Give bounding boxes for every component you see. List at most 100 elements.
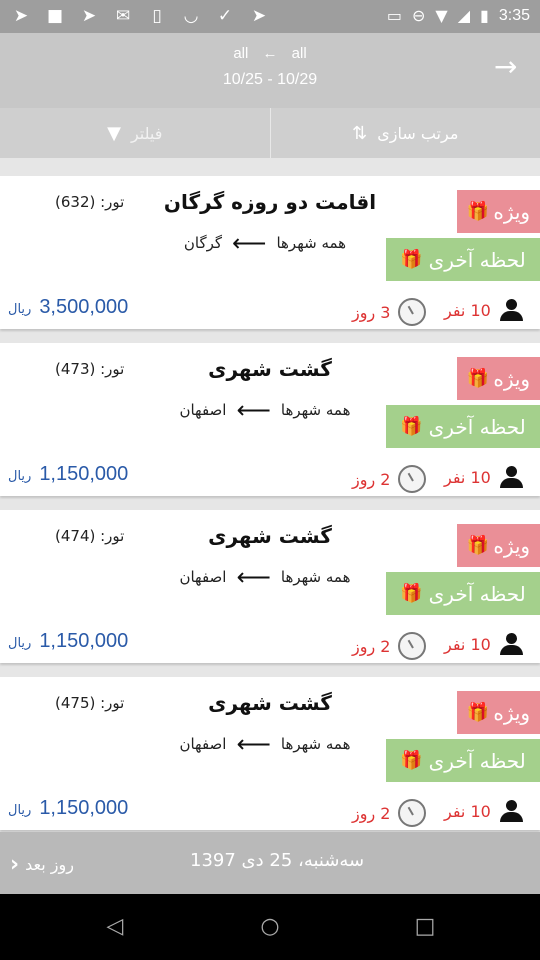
date-navigation-bar: سه‌شنبه، 25 دی 1397 روز بعد ‹ <box>0 832 540 894</box>
tour-card[interactable]: تور: (632) اقامت دو روزه گرگان گرگان ⟵ ه… <box>0 176 540 329</box>
currency-label: ریال <box>8 636 32 651</box>
tour-card[interactable]: تور: (474) گشت شهری اصفهان ⟵ همه شهرها و… <box>0 510 540 663</box>
nav-home-icon[interactable]: ○ <box>257 914 283 940</box>
app-header: all ← all 10/25 - 10/29 → <box>0 33 540 108</box>
sort-filter-bar: ▼ فیلتر ⇅ مرتب سازی <box>0 108 540 158</box>
nav-recents-icon[interactable]: □ <box>412 914 438 940</box>
tour-route: گرگان ⟵ همه شهرها <box>165 229 365 257</box>
arrow-left-icon: ⟵ <box>236 730 271 758</box>
price-amount: 1,150,000 <box>39 630 129 652</box>
sort-icon: ⇅ <box>352 122 368 144</box>
clock-time: 3:35 <box>498 7 530 24</box>
next-day-label: روز بعد <box>25 855 74 874</box>
badge-special-label: ویژه <box>493 533 531 558</box>
route-from: همه شهرها <box>276 234 347 252</box>
duration-label: 2 روز <box>352 636 391 656</box>
tour-card[interactable]: تور: (475) گشت شهری اصفهان ⟵ همه شهرها و… <box>0 677 540 830</box>
route-to: گرگان <box>183 234 223 252</box>
arrow-left-icon: ⟵ <box>236 396 271 424</box>
paper-plane-icon: ➤ <box>251 6 267 26</box>
gift-icon: 🎁 <box>400 249 423 270</box>
badge-last-label: لحظه آخری <box>428 748 526 773</box>
clock-icon <box>398 298 427 326</box>
price-amount: 1,150,000 <box>39 797 129 819</box>
route-from: همه شهرها <box>280 401 351 419</box>
funnel-icon: ▼ <box>107 122 121 144</box>
tour-capacity: 10 نفر <box>444 298 523 322</box>
duration-label: 2 روز <box>352 803 391 823</box>
no-signal-icon: ◢ <box>457 6 471 25</box>
back-arrow-icon[interactable]: → <box>494 53 522 81</box>
last-minute-badge: لحظه آخری 🎁 <box>386 739 540 782</box>
tour-price: ریال 1,150,000 <box>8 463 128 486</box>
tour-title: گشت شهری <box>208 524 332 548</box>
paper-plane-icon: ➤ <box>13 6 29 26</box>
tour-price: ریال 1,150,000 <box>8 630 128 653</box>
badge-last-label: لحظه آخری <box>428 581 526 606</box>
capacity-label: 10 نفر <box>444 634 491 654</box>
special-badge: ویژه 🎁 <box>457 691 540 734</box>
battery-charging-icon: ▮ <box>480 6 489 25</box>
tour-number: تور: (474) <box>55 527 125 545</box>
filter-label: فیلتر <box>130 123 163 143</box>
status-bar: ➤ ■ ➤ ✉ ▯ ◡ ✓ ➤ ▭ ⊖ ▼ ◢ ▮ 3:35 <box>0 0 540 33</box>
clock-icon <box>398 632 427 660</box>
notification-icons: ➤ ■ ➤ ✉ ▯ ◡ ✓ ➤ <box>10 6 270 26</box>
tour-duration: 3 روز <box>352 298 427 326</box>
last-minute-badge: لحظه آخری 🎁 <box>386 572 540 615</box>
arrow-left-icon: ← <box>262 45 278 62</box>
capacity-label: 10 نفر <box>444 801 491 821</box>
system-nav-bar: ◁ ○ □ <box>0 894 540 960</box>
clock-icon <box>398 465 427 493</box>
currency-label: ریال <box>8 803 32 818</box>
person-icon <box>499 632 523 656</box>
gift-icon: 🎁 <box>400 583 423 604</box>
duration-label: 3 روز <box>352 302 391 322</box>
duration-label: 2 روز <box>352 469 391 489</box>
current-date: سه‌شنبه، 25 دی 1397 <box>190 850 365 871</box>
route-to: اصفهان <box>179 568 227 586</box>
last-minute-badge: لحظه آخری 🎁 <box>386 238 540 281</box>
gift-icon: 🎁 <box>466 702 490 723</box>
tour-price: ریال 1,150,000 <box>8 797 128 820</box>
gmail-icon: ✉ <box>115 6 131 26</box>
route-to: اصفهان <box>179 401 227 419</box>
tour-route: اصفهان ⟵ همه شهرها <box>165 396 365 424</box>
special-badge: ویژه 🎁 <box>457 524 540 567</box>
tour-card[interactable]: تور: (473) گشت شهری اصفهان ⟵ همه شهرها و… <box>0 343 540 496</box>
currency-label: ریال <box>8 469 32 484</box>
gift-icon: 🎁 <box>466 201 490 222</box>
route-from: همه شهرها <box>280 735 351 753</box>
person-icon <box>499 298 523 322</box>
tour-route: اصفهان ⟵ همه شهرها <box>165 730 365 758</box>
arrow-left-icon: ⟵ <box>232 229 267 257</box>
badge-special-label: ویژه <box>493 366 531 391</box>
tour-number: تور: (473) <box>55 360 125 378</box>
capacity-label: 10 نفر <box>444 300 491 320</box>
badge-special-label: ویژه <box>493 199 531 224</box>
badge-special-label: ویژه <box>493 700 531 725</box>
currency-label: ریال <box>8 302 32 317</box>
date-range: 10/25 - 10/29 <box>222 71 318 88</box>
special-badge: ویژه 🎁 <box>457 357 540 400</box>
clock-icon <box>398 799 427 827</box>
badge-last-label: لحظه آخری <box>428 247 526 272</box>
sort-button[interactable]: ⇅ مرتب سازی <box>269 108 540 158</box>
tour-title: اقامت دو روزه گرگان <box>163 190 377 214</box>
filter-button[interactable]: ▼ فیلتر <box>0 108 270 158</box>
tour-number: تور: (632) <box>55 193 125 211</box>
paper-plane-icon: ➤ <box>81 6 97 26</box>
last-minute-badge: لحظه آخری 🎁 <box>386 405 540 448</box>
cast-icon: ▭ <box>386 6 403 25</box>
next-day-button[interactable]: روز بعد ‹ <box>10 852 74 877</box>
sort-label: مرتب سازی <box>377 123 459 143</box>
gift-icon: 🎁 <box>400 750 423 771</box>
route-origin: all <box>291 45 307 62</box>
tour-duration: 2 روز <box>352 465 427 493</box>
route-summary: all ← all <box>0 45 540 62</box>
nav-back-icon[interactable]: ◁ <box>102 914 128 940</box>
price-amount: 3,500,000 <box>39 296 129 318</box>
do-not-disturb-icon: ⊖ <box>412 6 426 25</box>
route-destination: all <box>233 45 249 62</box>
tour-duration: 2 روز <box>352 799 427 827</box>
